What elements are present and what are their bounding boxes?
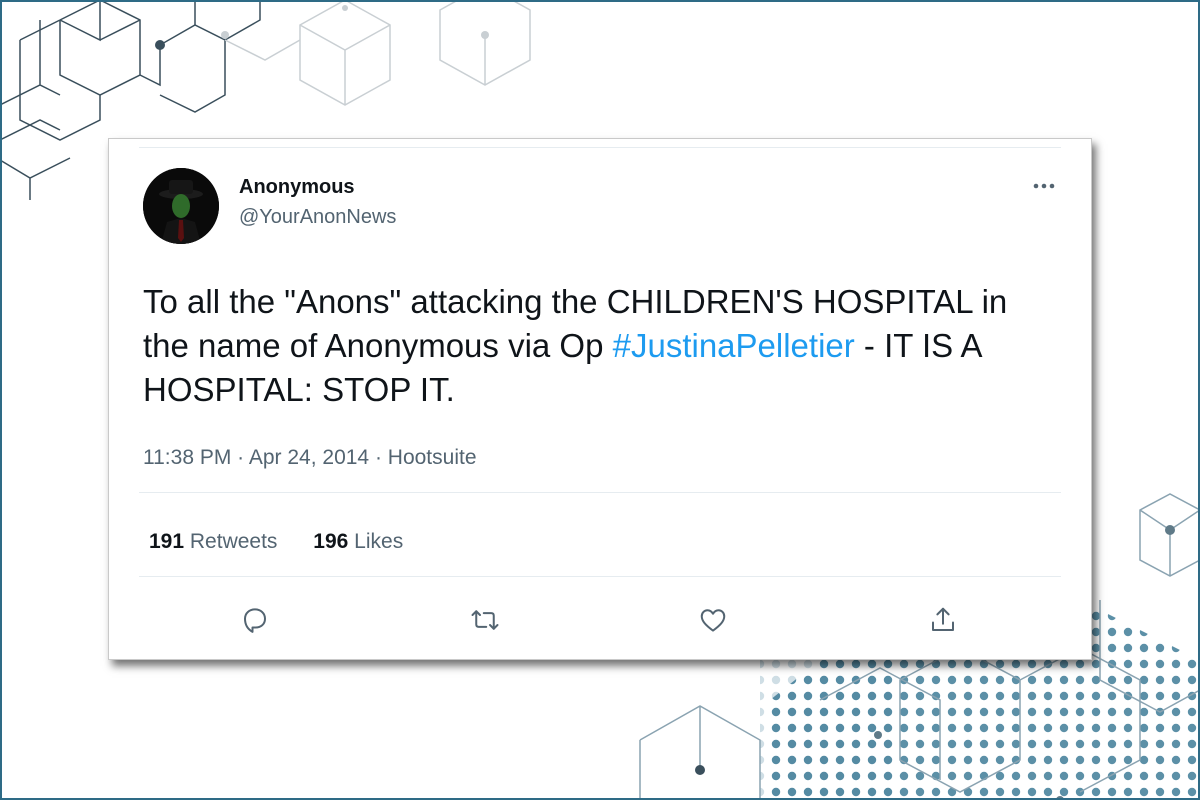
divider xyxy=(139,576,1061,577)
more-options-button[interactable] xyxy=(1029,174,1059,198)
retweets-stat[interactable]: 191 Retweets xyxy=(149,530,277,553)
retweets-count: 191 xyxy=(149,530,185,553)
tweet-stats: 191 Retweets 196 Likes xyxy=(149,530,433,554)
more-icon xyxy=(1033,183,1055,189)
share-button[interactable] xyxy=(923,600,963,640)
author-name[interactable]: Anonymous xyxy=(239,176,355,199)
tweet-text: To all the "Anons" attacking the CHILDRE… xyxy=(143,280,1053,412)
likes-stat[interactable]: 196 Likes xyxy=(313,530,403,553)
like-button[interactable] xyxy=(693,600,733,640)
share-icon xyxy=(932,607,954,631)
retweet-icon xyxy=(471,610,499,630)
meta-separator: · xyxy=(231,446,249,469)
tweet-card[interactable]: Anonymous @YourAnonNews To all the "Anon… xyxy=(108,138,1092,660)
author-handle[interactable]: @YourAnonNews xyxy=(239,206,396,229)
reply-button[interactable] xyxy=(235,600,275,640)
tweet-date[interactable]: Apr 24, 2014 xyxy=(249,446,369,469)
tweet-body: Anonymous @YourAnonNews To all the "Anon… xyxy=(139,147,1061,651)
retweets-label: Retweets xyxy=(189,530,278,553)
meta-separator: · xyxy=(369,446,388,469)
hashtag-link[interactable]: #JustinaPelletier xyxy=(613,327,855,364)
reply-icon xyxy=(244,608,266,633)
divider xyxy=(139,492,1061,493)
heart-icon xyxy=(700,609,726,632)
tweet-time[interactable]: 11:38 PM xyxy=(143,446,231,469)
likes-label: Likes xyxy=(354,530,404,553)
likes-count: 196 xyxy=(313,530,349,553)
tweet-actions xyxy=(139,600,1061,640)
tweet-metadata: 11:38 PM · Apr 24, 2014 · Hootsuite xyxy=(143,446,477,470)
avatar[interactable] xyxy=(143,168,219,244)
retweet-button[interactable] xyxy=(465,600,505,640)
avatar-image xyxy=(143,168,219,244)
tweet-source[interactable]: Hootsuite xyxy=(388,446,477,469)
